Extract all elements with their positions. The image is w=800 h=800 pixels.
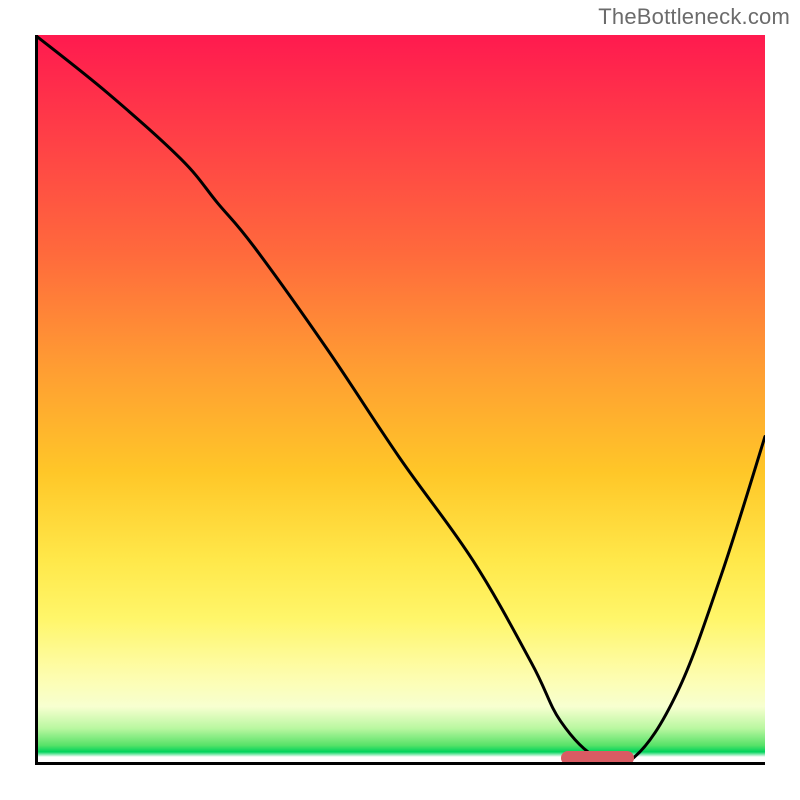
bottleneck-curve-path: [35, 35, 765, 765]
bottleneck-chart: TheBottleneck.com: [0, 0, 800, 800]
curve-layer: [35, 35, 765, 765]
plot-area: [35, 35, 765, 765]
watermark-text: TheBottleneck.com: [598, 4, 790, 30]
optimal-range-marker: [561, 751, 634, 765]
